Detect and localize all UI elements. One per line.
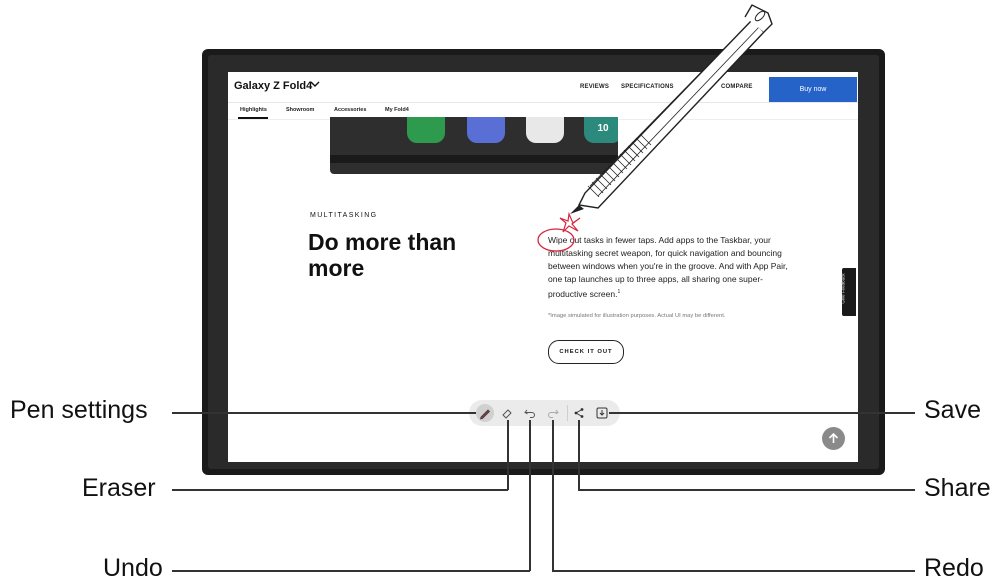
callout-line-save <box>609 412 915 414</box>
callout-line-undo-v <box>529 420 531 571</box>
callout-line-undo <box>172 570 530 572</box>
callout-line-redo-v <box>552 420 554 571</box>
label-undo: Undo <box>103 554 163 582</box>
s-pen-icon <box>570 4 773 214</box>
label-eraser: Eraser <box>82 474 156 502</box>
callout-line-share <box>578 489 915 491</box>
label-save: Save <box>924 396 981 424</box>
callout-line-pen-settings <box>172 412 476 414</box>
callout-line-redo <box>552 570 915 572</box>
callout-line-eraser-v <box>507 420 509 490</box>
label-share: Share <box>924 474 991 502</box>
label-redo: Redo <box>924 554 984 582</box>
annotation-circle <box>537 228 575 252</box>
callout-line-share-v <box>578 420 580 490</box>
callout-line-eraser <box>172 489 508 491</box>
label-pen-settings: Pen settings <box>10 396 148 424</box>
